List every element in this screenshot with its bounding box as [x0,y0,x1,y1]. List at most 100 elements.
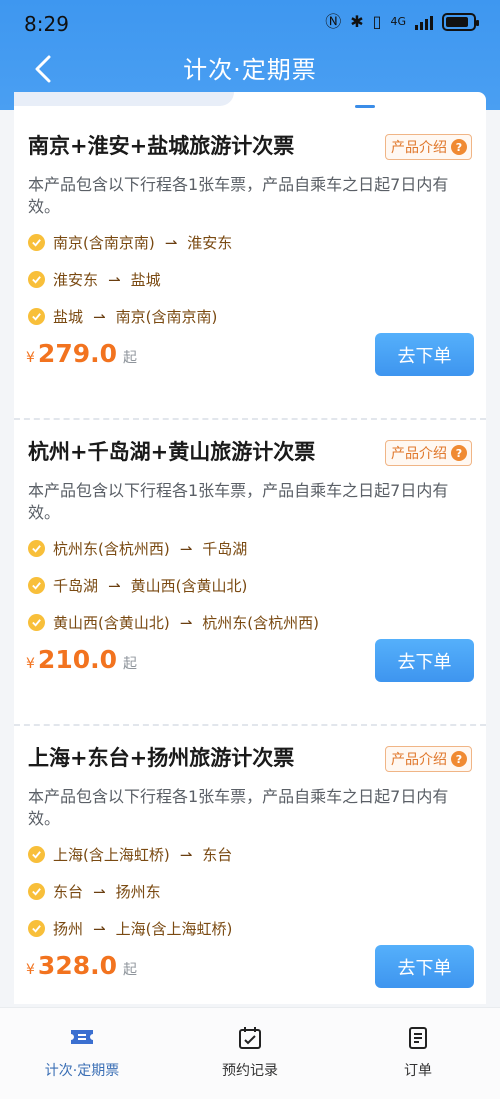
product-intro-button[interactable]: 产品介绍 ? [385,440,472,466]
route-to: 上海(含上海虹桥) [115,920,233,938]
price-amount: 210.0 [37,645,117,674]
nav-label: 预约记录 [222,1063,278,1079]
check-icon [28,846,45,863]
route-from: 盐城 [53,308,84,326]
check-icon [28,883,45,900]
route-item: 南京(含南京南) ⇀ 淮安东 [28,232,232,253]
product-title: 上海+东台+扬州旅游计次票 [28,746,295,770]
check-icon [28,308,45,325]
question-icon: ? [451,139,467,155]
route-to: 东台 [202,846,233,864]
price-suffix: 起 [123,350,137,366]
route-arrow-icon: ⇀ [179,539,193,558]
nav-label: 计次·定期票 [44,1063,120,1079]
route-from: 上海(含上海虹桥) [53,846,170,864]
route-arrow-icon: ⇀ [108,576,121,595]
nav-label: 订单 [404,1063,432,1079]
nfc-icon: Ⓝ [325,12,342,31]
route-to: 千岛湖 [202,540,248,558]
nav-item-orders[interactable]: 订单 [348,1026,488,1080]
tab-left-shape [14,92,234,106]
question-icon: ? [451,445,467,461]
product-title: 杭州+千岛湖+黄山旅游计次票 [28,440,316,464]
route-item: 盐城 ⇀ 南京(含南京南) [28,306,217,327]
route-arrow-icon: ⇀ [93,919,106,938]
route-item: 淮安东 ⇀ 盐城 [28,269,161,290]
product-card: 上海+东台+扬州旅游计次票 产品介绍 ? 本产品包含以下行程各1张车票，产品自乘… [14,726,486,1004]
product-intro-label: 产品介绍 [391,752,447,768]
tab-strip [14,92,486,116]
route-to: 南京(含南京南) [115,308,218,326]
currency-symbol: ¥ [26,350,35,366]
check-icon [28,577,45,594]
product-description: 本产品包含以下行程各1张车票，产品自乘车之日起7日内有效。 [28,481,449,522]
currency-symbol: ¥ [26,962,35,978]
route-arrow-icon: ⇀ [93,307,106,326]
route-item: 黄山西(含黄山北) ⇀ 杭州东(含杭州西) [28,612,319,633]
route-from: 东台 [53,883,84,901]
product-intro-label: 产品介绍 [391,446,447,462]
product-intro-label: 产品介绍 [391,140,447,156]
product-list[interactable]: 南京+淮安+盐城旅游计次票 产品介绍 ? 本产品包含以下行程各1张车票，产品自乘… [14,114,486,1004]
status-icons: Ⓝ ✱ ▯ 4G [325,12,479,31]
route-item: 千岛湖 ⇀ 黄山西(含黄山北) [28,575,247,596]
route-to: 杭州东(含杭州西) [202,614,320,632]
route-from: 千岛湖 [53,577,99,595]
check-icon [28,920,45,937]
bottom-nav: 计次·定期票 预约记录 订单 [0,1007,500,1099]
nav-item-ticket[interactable]: 计次·定期票 [12,1026,152,1080]
route-arrow-icon: ⇀ [164,233,178,252]
route-item: 东台 ⇀ 扬州东 [28,881,161,902]
route-from: 黄山西(含黄山北) [53,614,170,632]
question-icon: ? [451,751,467,767]
order-button[interactable]: 去下单 [375,333,474,376]
route-arrow-icon: ⇀ [108,270,121,289]
price: ¥ 210.0 起 [26,645,137,674]
app-header: 计次·定期票 [0,44,500,94]
nav-item-reservations[interactable]: 预约记录 [180,1026,320,1080]
product-intro-button[interactable]: 产品介绍 ? [385,134,472,160]
route-arrow-icon: ⇀ [179,613,193,632]
price-suffix: 起 [123,962,137,978]
product-description: 本产品包含以下行程各1张车票，产品自乘车之日起7日内有效。 [28,175,449,216]
route-to: 黄山西(含黄山北) [130,577,248,595]
product-card: 南京+淮安+盐城旅游计次票 产品介绍 ? 本产品包含以下行程各1张车票，产品自乘… [14,114,486,420]
product-title: 南京+淮安+盐城旅游计次票 [28,134,295,158]
status-bar: 8:29 Ⓝ ✱ ▯ 4G [0,0,500,46]
route-to: 扬州东 [115,883,161,901]
price: ¥ 279.0 起 [26,339,137,368]
price: ¥ 328.0 起 [26,951,137,980]
product-description: 本产品包含以下行程各1张车票，产品自乘车之日起7日内有效。 [28,787,449,828]
route-item: 杭州东(含杭州西) ⇀ 千岛湖 [28,538,247,559]
price-amount: 328.0 [37,951,117,980]
check-icon [28,234,45,251]
route-arrow-icon: ⇀ [93,882,106,901]
4g-icon: 4G [390,15,406,28]
signal-icon [415,14,433,30]
page-title: 计次·定期票 [183,56,317,84]
order-button[interactable]: 去下单 [375,945,474,988]
check-icon [28,271,45,288]
route-from: 淮安东 [53,271,99,289]
vibrate-icon: ▯ [372,12,382,31]
route-from: 杭州东(含杭州西) [53,540,170,558]
order-button[interactable]: 去下单 [375,639,474,682]
ticket-icon [12,1026,152,1052]
currency-symbol: ¥ [26,656,35,672]
check-icon [28,614,45,631]
battery-icon [442,13,479,31]
route-to: 盐城 [130,271,161,289]
bluetooth-icon: ✱ [350,12,364,31]
route-from: 扬州 [53,920,84,938]
order-list-icon [348,1026,488,1052]
route-item: 上海(含上海虹桥) ⇀ 东台 [28,844,232,865]
calendar-check-icon [180,1026,320,1052]
route-arrow-icon: ⇀ [179,845,193,864]
price-suffix: 起 [123,656,137,672]
status-time: 8:29 [24,12,69,36]
route-to: 淮安东 [187,234,233,252]
product-intro-button[interactable]: 产品介绍 ? [385,746,472,772]
tab-indicator [355,105,375,108]
price-amount: 279.0 [37,339,117,368]
product-card: 杭州+千岛湖+黄山旅游计次票 产品介绍 ? 本产品包含以下行程各1张车票，产品自… [14,420,486,726]
